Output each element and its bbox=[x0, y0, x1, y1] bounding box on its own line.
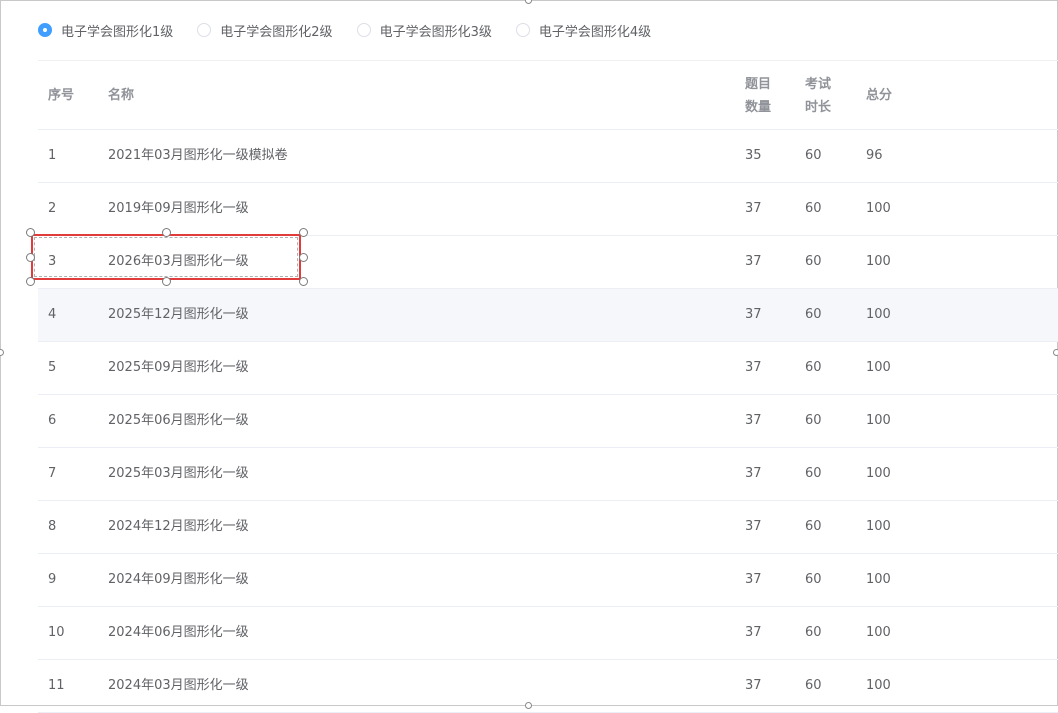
table-row[interactable]: 7 2025年03月图形化一级 37 60 100 bbox=[38, 448, 1058, 501]
table-header: 序号 名称 题目 数量 考试 时长 总分 bbox=[38, 60, 1058, 130]
cell-index: 2 bbox=[48, 201, 57, 216]
table-row[interactable]: 2 2019年09月图形化一级 37 60 100 bbox=[38, 183, 1058, 236]
cell-time: 60 bbox=[805, 572, 822, 587]
header-index: 序号 bbox=[48, 88, 75, 103]
table-row[interactable]: 1 2021年03月图形化一级模拟卷 35 60 96 bbox=[38, 130, 1058, 183]
radio-label: 电子学会图形化3级 bbox=[379, 24, 492, 40]
cell-time: 60 bbox=[805, 466, 822, 481]
cell-count: 37 bbox=[745, 413, 762, 428]
selection-handle-middle-right[interactable] bbox=[299, 253, 308, 262]
table-row[interactable]: 5 2025年09月图形化一级 37 60 100 bbox=[38, 342, 1058, 395]
selection-handle-top-middle[interactable] bbox=[162, 228, 171, 237]
table-row[interactable]: 6 2025年06月图形化一级 37 60 100 bbox=[38, 395, 1058, 448]
header-time-line1: 考试 bbox=[805, 77, 832, 92]
radio-unchecked-icon[interactable] bbox=[197, 23, 212, 37]
cell-count: 37 bbox=[745, 625, 762, 640]
radio-unchecked-icon[interactable] bbox=[515, 23, 530, 37]
cell-index: 8 bbox=[48, 519, 57, 534]
cell-name: 2024年12月图形化一级 bbox=[108, 519, 249, 534]
cell-name: 2024年03月图形化一级 bbox=[108, 678, 249, 693]
cell-score: 100 bbox=[866, 413, 891, 428]
selection-handle-top-right[interactable] bbox=[299, 228, 308, 237]
cell-index: 3 bbox=[48, 254, 57, 269]
cell-count: 35 bbox=[745, 148, 762, 163]
cell-count: 37 bbox=[745, 572, 762, 587]
cell-time: 60 bbox=[805, 307, 822, 322]
cell-count: 37 bbox=[745, 307, 762, 322]
cell-name: 2019年09月图形化一级 bbox=[108, 201, 249, 216]
selection-handle-bottom-right[interactable] bbox=[299, 277, 308, 286]
radio-level-2[interactable]: 电子学会图形化2级 bbox=[197, 21, 333, 40]
cell-time: 60 bbox=[805, 201, 822, 216]
cell-index: 4 bbox=[48, 307, 57, 322]
cell-count: 37 bbox=[745, 201, 762, 216]
table-row[interactable]: 11 2024年03月图形化一级 37 60 100 bbox=[38, 660, 1058, 713]
cell-time: 60 bbox=[805, 254, 822, 269]
cell-name: 2024年09月图形化一级 bbox=[108, 572, 249, 587]
cell-name: 2025年12月图形化一级 bbox=[108, 307, 249, 322]
cell-count: 37 bbox=[745, 678, 762, 693]
cell-score: 100 bbox=[866, 360, 891, 375]
cell-index: 10 bbox=[48, 625, 65, 640]
cell-time: 60 bbox=[805, 678, 822, 693]
cell-name: 2024年06月图形化一级 bbox=[108, 625, 249, 640]
header-count-line1: 题目 bbox=[745, 77, 772, 92]
radio-level-4[interactable]: 电子学会图形化4级 bbox=[515, 21, 652, 40]
cell-name: 2025年03月图形化一级 bbox=[108, 466, 249, 481]
header-score: 总分 bbox=[866, 88, 893, 103]
header-time-line2: 时长 bbox=[805, 100, 832, 115]
cell-score: 100 bbox=[866, 466, 891, 481]
header-name: 名称 bbox=[108, 88, 135, 103]
radio-level-1[interactable]: 电子学会图形化1级 bbox=[38, 21, 173, 40]
radio-level-3[interactable]: 电子学会图形化3级 bbox=[356, 21, 492, 40]
cell-index: 9 bbox=[48, 572, 57, 587]
cell-time: 60 bbox=[805, 625, 822, 640]
cell-score: 100 bbox=[866, 625, 891, 640]
cell-score: 100 bbox=[866, 201, 891, 216]
cell-time: 60 bbox=[805, 413, 822, 428]
cell-count: 37 bbox=[745, 466, 762, 481]
radio-label: 电子学会图形化1级 bbox=[61, 24, 174, 40]
cell-score: 100 bbox=[866, 307, 891, 322]
header-count-line2: 数量 bbox=[745, 100, 772, 115]
radio-unchecked-icon[interactable] bbox=[356, 23, 371, 37]
cell-time: 60 bbox=[805, 148, 822, 163]
cell-count: 37 bbox=[745, 519, 762, 534]
cell-score: 96 bbox=[866, 148, 883, 163]
cell-name: 2021年03月图形化一级模拟卷 bbox=[108, 148, 288, 163]
cell-index: 7 bbox=[48, 466, 57, 481]
cell-count: 37 bbox=[745, 254, 762, 269]
selection-handle-bottom-middle[interactable] bbox=[162, 277, 171, 286]
table-row[interactable]: 8 2024年12月图形化一级 37 60 100 bbox=[38, 501, 1058, 554]
level-radio-group: 电子学会图形化1级 电子学会图形化2级 电子学会图形化3级 电子学会图形化4级 bbox=[38, 21, 675, 40]
cell-score: 100 bbox=[866, 572, 891, 587]
cell-time: 60 bbox=[805, 360, 822, 375]
radio-label: 电子学会图形化2级 bbox=[220, 24, 333, 40]
exam-table: 序号 名称 题目 数量 考试 时长 总分 1 2021年03月图形化一级模拟卷 … bbox=[38, 60, 1058, 713]
radio-checked-icon[interactable] bbox=[38, 23, 52, 37]
table-row-hovered[interactable]: 4 2025年12月图形化一级 37 60 100 bbox=[38, 289, 1058, 342]
cell-count: 37 bbox=[745, 360, 762, 375]
selection-handle-middle-left[interactable] bbox=[26, 253, 35, 262]
cell-index: 5 bbox=[48, 360, 57, 375]
cell-score: 100 bbox=[866, 678, 891, 693]
cell-name: 2025年06月图形化一级 bbox=[108, 413, 249, 428]
table-row[interactable]: 3 2026年03月图形化一级 37 60 100 bbox=[38, 236, 1058, 289]
cell-index: 11 bbox=[48, 678, 65, 693]
cell-name: 2025年09月图形化一级 bbox=[108, 360, 249, 375]
cell-time: 60 bbox=[805, 519, 822, 534]
table-row[interactable]: 10 2024年06月图形化一级 37 60 100 bbox=[38, 607, 1058, 660]
cell-score: 100 bbox=[866, 254, 891, 269]
cell-index: 1 bbox=[48, 148, 57, 163]
cell-index: 6 bbox=[48, 413, 57, 428]
selection-handle-bottom-left[interactable] bbox=[26, 277, 35, 286]
table-row[interactable]: 9 2024年09月图形化一级 37 60 100 bbox=[38, 554, 1058, 607]
cell-name: 2026年03月图形化一级 bbox=[108, 254, 249, 269]
selection-handle-top-left[interactable] bbox=[26, 228, 35, 237]
radio-label: 电子学会图形化4级 bbox=[538, 24, 652, 40]
cell-score: 100 bbox=[866, 519, 891, 534]
